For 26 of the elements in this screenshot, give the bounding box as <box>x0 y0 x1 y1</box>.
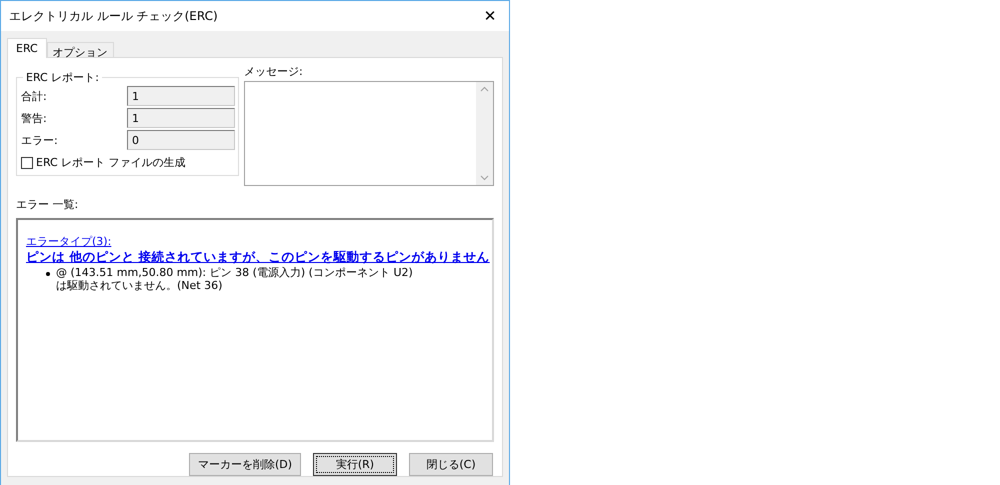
checkbox[interactable] <box>21 156 33 168</box>
field-label: エラー: <box>21 132 58 148</box>
dialog-button[interactable]: 実行(R) <box>313 453 397 476</box>
scroll-up-icon[interactable] <box>480 86 489 92</box>
count-field: 1 <box>127 86 235 106</box>
count-field: 0 <box>127 130 235 150</box>
dialog-button[interactable]: マーカーを削除(D) <box>188 453 301 476</box>
count-field: 1 <box>127 108 235 128</box>
error-list-label: エラー 一覧: <box>16 197 80 212</box>
checkbox-label[interactable]: ERC レポート ファイルの生成 <box>36 155 186 170</box>
bullet-icon <box>46 272 50 276</box>
messages-field[interactable] <box>244 81 494 186</box>
window-title: エレクトリカル ルール チェック(ERC) <box>9 8 218 24</box>
error-type-link[interactable]: エラータイプ(3): <box>26 235 112 248</box>
group-title: ERC レポート: <box>25 70 100 85</box>
close-button[interactable]: ✕ <box>477 7 503 25</box>
scroll-down-icon[interactable] <box>480 175 489 181</box>
tab[interactable]: オプション <box>46 42 114 57</box>
error-title-link[interactable]: ピンは 他のピンと 接続されていますが、このピンを駆動するピンがありません <box>26 249 490 264</box>
dialog-button[interactable]: 閉じる(C) <box>409 453 493 476</box>
field-label: 警告: <box>21 110 47 126</box>
scrollbar[interactable] <box>476 82 493 185</box>
tab[interactable]: ERC <box>7 38 47 58</box>
error-message: @ (143.51 mm,50.80 mm): ピン 38 (電源入力) (コンポーネント U2) は駆動されていません。(Net 36) <box>56 266 413 292</box>
messages-label: メッセージ: <box>244 64 304 79</box>
field-label: 合計: <box>21 88 47 104</box>
